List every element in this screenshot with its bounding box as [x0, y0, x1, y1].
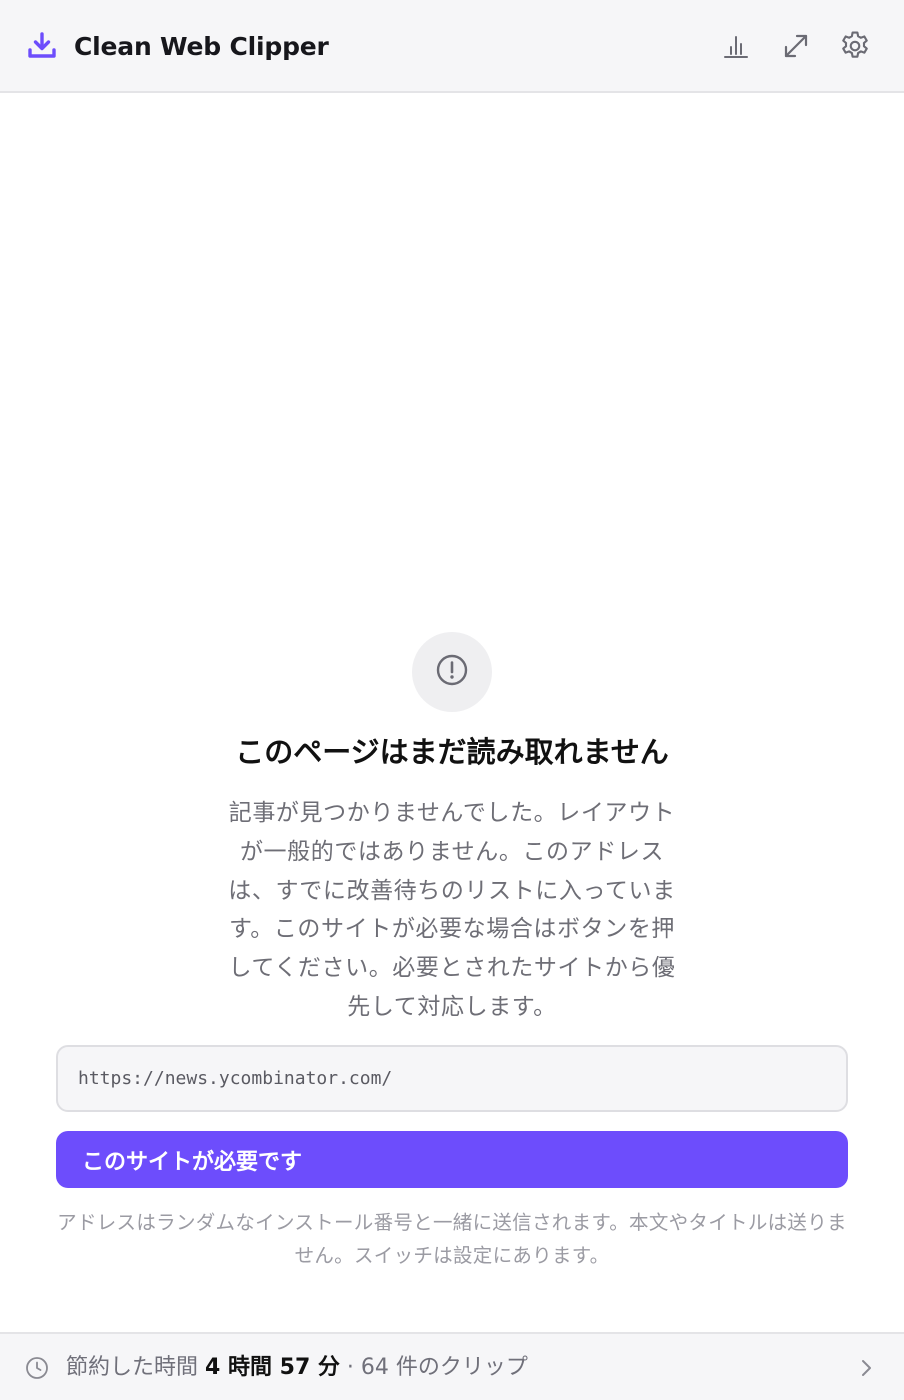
download-tray-icon [26, 30, 58, 62]
time-saved-footer[interactable]: 節約した時間 4 時間 57 分 · 64 件のクリップ [0, 1332, 904, 1400]
app-title: Clean Web Clipper [74, 32, 329, 61]
time-saved-value: 4 時間 57 分 [205, 1355, 340, 1380]
separator-dot: · [346, 1355, 354, 1380]
url-field[interactable]: https://news.ycombinator.com/ [56, 1045, 848, 1112]
url-value: https://news.ycombinator.com/ [78, 1068, 393, 1089]
stats-icon [722, 32, 750, 60]
request-site-button[interactable]: このサイトが必要です [56, 1131, 848, 1188]
settings-button[interactable] [835, 26, 875, 66]
time-saved-label: 節約した時間 [66, 1355, 199, 1380]
time-saved-summary: 節約した時間 4 時間 57 分 · 64 件のクリップ [66, 1352, 528, 1384]
error-icon-container [412, 632, 492, 712]
gear-icon [838, 29, 872, 63]
privacy-note: アドレスはランダムなインストール番号と一緒に送信されます。本文やタイトルは送りま… [57, 1211, 847, 1267]
clip-count: 64 件のクリップ [360, 1355, 528, 1380]
expand-icon [782, 32, 810, 60]
alert-circle-icon [435, 653, 469, 691]
error-description: 記事が見つかりませんでした。レイアウトが一般的ではありません。このアドレスは、す… [228, 800, 676, 1020]
chevron-right-icon [856, 1356, 878, 1380]
clock-icon [25, 1356, 49, 1380]
error-title: このページはまだ読み取れません [235, 735, 669, 769]
expand-button[interactable] [776, 26, 816, 66]
header: Clean Web Clipper [0, 0, 904, 93]
stats-button[interactable] [716, 26, 756, 66]
clipper-panel: Clean Web Clipper このページはまだ読み取れません 記事が見つか… [0, 0, 904, 1400]
